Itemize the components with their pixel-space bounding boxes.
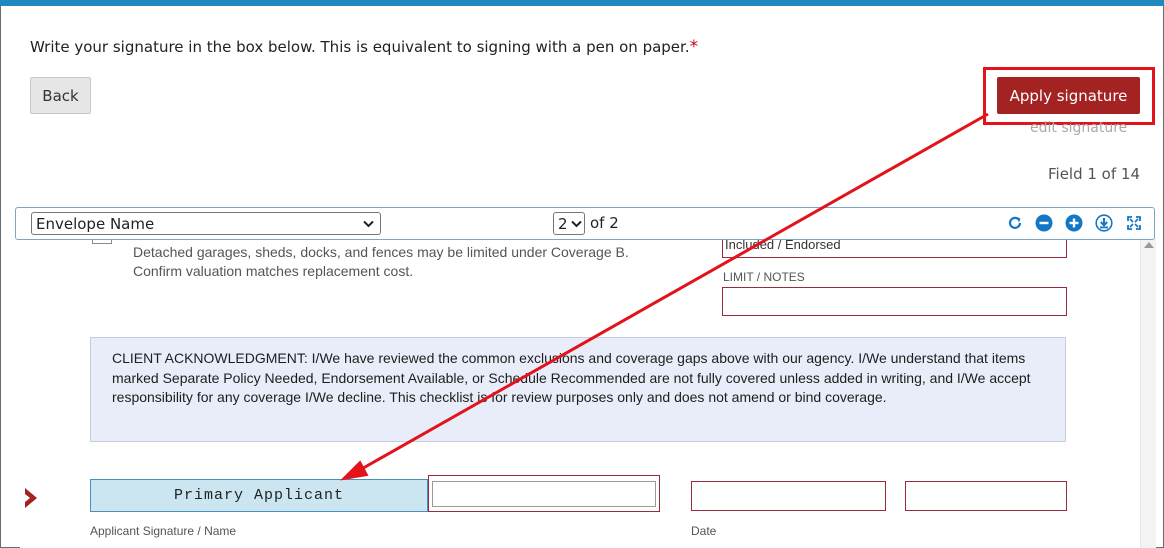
fullscreen-icon[interactable] [1125, 214, 1143, 232]
date-field[interactable] [691, 481, 886, 511]
signature-instruction: Write your signature in the box below. T… [30, 37, 698, 57]
envelope-select-value: Envelope Name [36, 214, 155, 233]
client-acknowledgment-text: CLIENT ACKNOWLEDGMENT: I/We have reviewe… [112, 350, 1031, 405]
included-value: Included / Endorsed [725, 238, 841, 252]
primary-applicant-signature-field[interactable]: Primary Applicant [90, 479, 428, 512]
page-select[interactable]: 2 [553, 212, 585, 235]
page-select-value: 2 [558, 214, 568, 233]
coverage-note-line: Confirm valuation matches replacement co… [133, 263, 414, 279]
current-field-marker-icon [25, 488, 37, 508]
zoom-out-icon[interactable] [1035, 214, 1053, 232]
date-caption: Date [691, 524, 717, 538]
top-accent-bar [0, 0, 1164, 6]
coverage-note-line: Detached garages, sheds, docks, and fenc… [133, 244, 629, 260]
instruction-text: Write your signature in the box below. T… [30, 38, 690, 56]
chevron-down-icon [570, 220, 582, 227]
document-scrollbar[interactable] [1140, 238, 1156, 548]
rotate-icon[interactable] [1006, 214, 1024, 232]
apply-signature-button[interactable]: Apply signature [997, 77, 1140, 114]
applicant-signature-caption: Applicant Signature / Name [90, 524, 237, 538]
date-field-secondary[interactable] [905, 481, 1067, 511]
required-mark: * [689, 37, 699, 57]
limit-notes-field[interactable] [722, 287, 1067, 316]
envelope-select[interactable]: Envelope Name [31, 212, 381, 235]
zoom-in-icon[interactable] [1065, 214, 1083, 232]
coverage-note: Detached garages, sheds, docks, and fenc… [133, 243, 629, 281]
field-counter: Field 1 of 14 [1047, 165, 1140, 183]
chevron-down-icon [363, 220, 374, 227]
edit-signature-link[interactable]: edit signature [1030, 120, 1127, 136]
limit-notes-label: LIMIT / NOTES [723, 270, 805, 284]
scroll-up-icon[interactable] [1144, 242, 1154, 248]
download-icon[interactable] [1095, 214, 1113, 232]
applicant-name-field[interactable] [428, 475, 660, 512]
document-viewer-toolbar: Envelope Name 2 of 2 [15, 207, 1155, 240]
document-page: Detached garages, sheds, docks, and fenc… [20, 238, 1156, 548]
client-acknowledgment-box: CLIENT ACKNOWLEDGMENT: I/We have reviewe… [90, 337, 1066, 442]
back-button[interactable]: Back [30, 77, 91, 114]
page-total: of 2 [590, 214, 619, 232]
